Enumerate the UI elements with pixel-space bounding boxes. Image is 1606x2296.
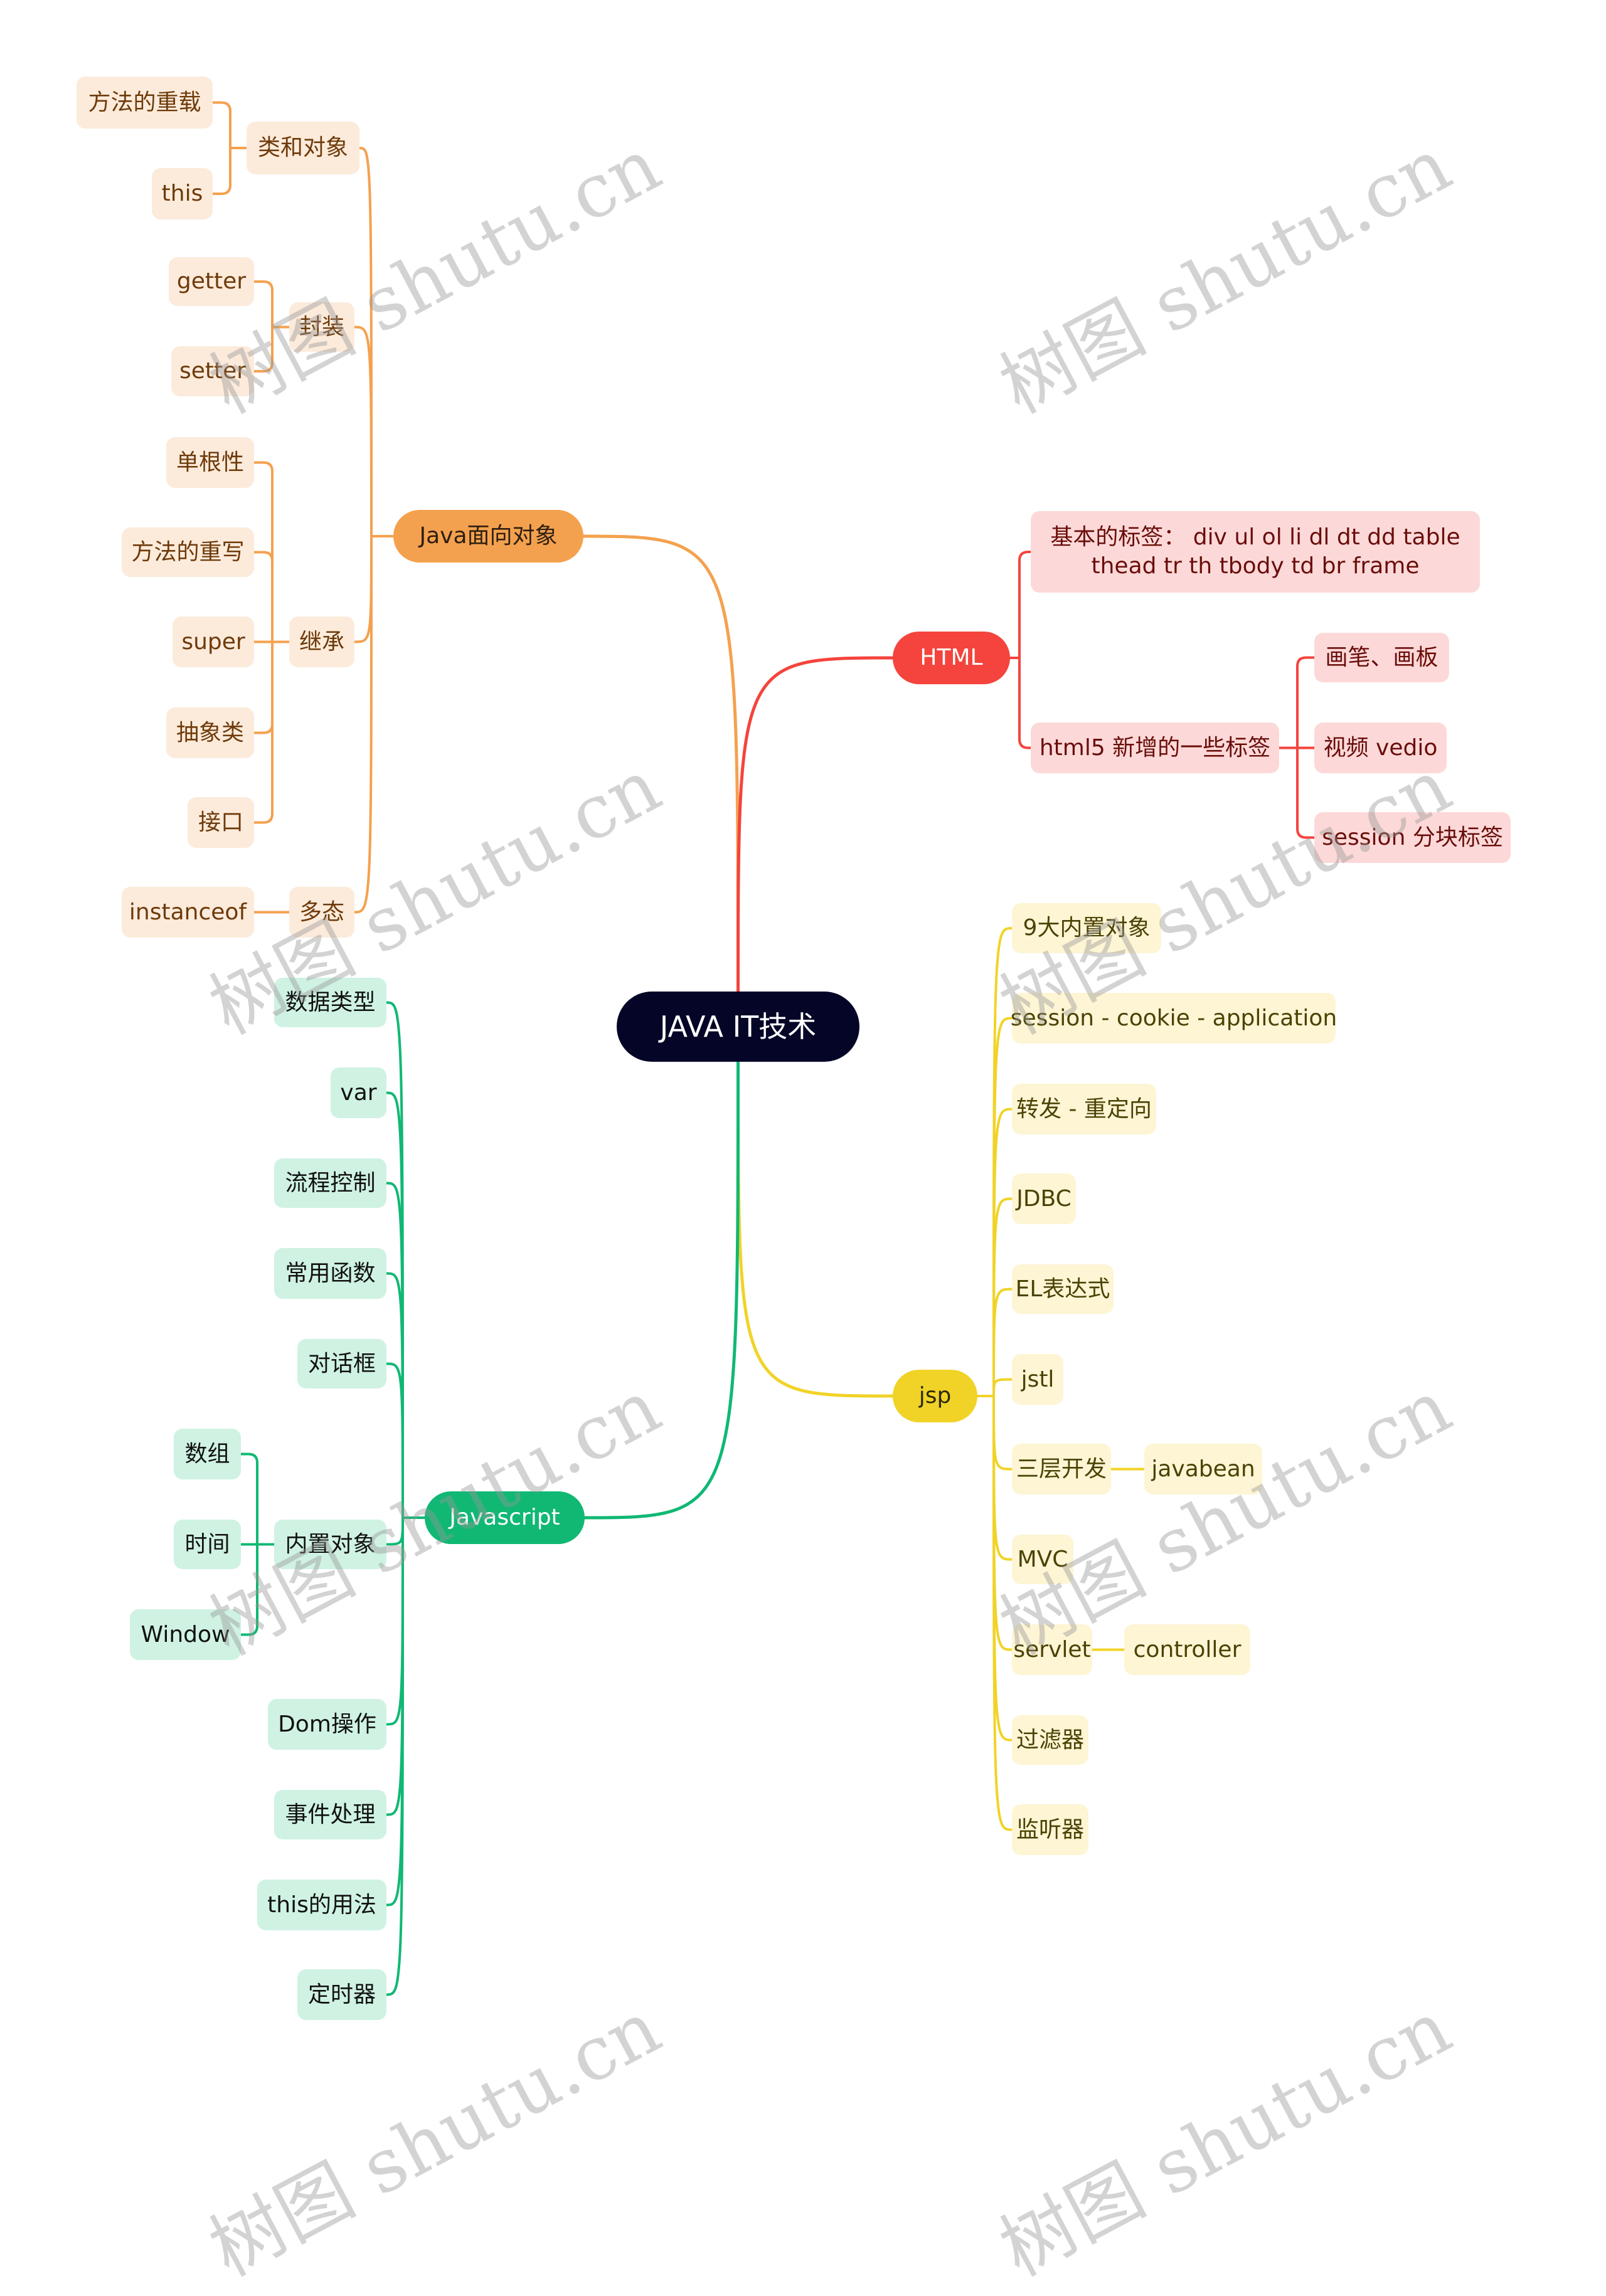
link-js-7 bbox=[385, 1516, 404, 1816]
link-jsp-8 bbox=[992, 1395, 1013, 1651]
topic-controller[interactable]: controller bbox=[1124, 1624, 1250, 1675]
topic-basic-tags[interactable]: 基本的标签： div ul ol li dl dt dd table thead… bbox=[1031, 511, 1480, 593]
link-jsp-7 bbox=[992, 1395, 1013, 1561]
topic-flow-control[interactable]: 流程控制 bbox=[274, 1158, 386, 1208]
link-inherit-1 bbox=[253, 551, 274, 643]
link-js-builtin-0 bbox=[240, 1452, 258, 1546]
link-jsp-9 bbox=[992, 1395, 1013, 1742]
topic-listener[interactable]: 监听器 bbox=[1012, 1804, 1088, 1855]
topic-filter[interactable]: 过滤器 bbox=[1012, 1715, 1088, 1765]
branch-jsp[interactable]: jsp bbox=[893, 1370, 977, 1422]
topic-data-types[interactable]: 数据类型 bbox=[274, 978, 386, 1027]
link-js-6 bbox=[385, 1516, 404, 1726]
link-js-builtin-2 bbox=[240, 1543, 258, 1636]
link-root-html bbox=[737, 656, 895, 993]
topic-method-override[interactable]: 方法的重写 bbox=[122, 527, 254, 577]
topic-jdbc[interactable]: JDBC bbox=[1012, 1173, 1076, 1224]
topic-window[interactable]: Window bbox=[130, 1609, 241, 1660]
topic-canvas[interactable]: 画笔、画板 bbox=[1314, 633, 1449, 682]
topic-this[interactable]: this bbox=[152, 168, 213, 220]
topic-event-handling[interactable]: 事件处理 bbox=[274, 1790, 386, 1839]
link-jsp-1 bbox=[992, 1017, 1013, 1397]
link-html5-0 bbox=[1296, 656, 1316, 749]
branch-javascript[interactable]: Javascript bbox=[425, 1491, 585, 1544]
branch-java-oo[interactable]: Java面向对象 bbox=[393, 510, 583, 563]
root-node[interactable]: JAVA IT技术 bbox=[617, 992, 859, 1062]
link-js-5 bbox=[385, 1516, 404, 1546]
link-encap-0 bbox=[253, 280, 274, 329]
link-java-oo-3 bbox=[353, 535, 373, 914]
topic-timers[interactable]: 定时器 bbox=[297, 1969, 386, 2020]
topic-video[interactable]: 视频 vedio bbox=[1314, 722, 1447, 773]
topic-dialogs[interactable]: 对话框 bbox=[297, 1339, 386, 1389]
topic-class-and-object[interactable]: 类和对象 bbox=[247, 122, 359, 174]
topic-builtin-objects-js[interactable]: 内置对象 bbox=[274, 1520, 386, 1569]
link-html-1 bbox=[1018, 657, 1032, 749]
link-root-java-oo bbox=[582, 534, 740, 993]
topic-builtin-objects[interactable]: 9大内置对象 bbox=[1012, 903, 1161, 953]
link-root-jsp bbox=[737, 1060, 895, 1398]
topic-method-overload[interactable]: 方法的重载 bbox=[77, 77, 213, 129]
topic-javabean[interactable]: javabean bbox=[1144, 1444, 1262, 1495]
link-html5-2 bbox=[1296, 746, 1316, 839]
topic-getter[interactable]: getter bbox=[169, 257, 254, 306]
topic-jstl[interactable]: jstl bbox=[1012, 1354, 1063, 1405]
topic-single-root[interactable]: 单根性 bbox=[166, 437, 254, 488]
link-encap-1 bbox=[253, 325, 274, 373]
topic-common-functions[interactable]: 常用函数 bbox=[274, 1248, 386, 1299]
link-class-1 bbox=[211, 147, 231, 195]
topic-section-tags[interactable]: session 分块标签 bbox=[1314, 812, 1511, 863]
topic-encapsulation[interactable]: 封装 bbox=[289, 302, 354, 352]
link-js-4 bbox=[385, 1362, 404, 1519]
link-js-0 bbox=[385, 1001, 404, 1519]
link-root-javascript bbox=[583, 1060, 740, 1520]
topic-interface[interactable]: 接口 bbox=[188, 797, 254, 848]
topic-array[interactable]: 数组 bbox=[174, 1429, 241, 1479]
mindmap-canvas: JAVA IT技术 Java面向对象 类和对象 方法的重载 this 封装 ge… bbox=[0, 0, 1606, 2293]
topic-polymorphism[interactable]: 多态 bbox=[289, 887, 354, 938]
link-js-3 bbox=[385, 1272, 404, 1519]
link-jsp-6 bbox=[992, 1395, 1013, 1471]
link-java-oo-2 bbox=[353, 535, 373, 643]
link-js-2 bbox=[385, 1182, 404, 1519]
link-jsp-2 bbox=[992, 1108, 1013, 1397]
topic-time[interactable]: 时间 bbox=[174, 1520, 241, 1569]
topic-var[interactable]: var bbox=[331, 1067, 386, 1118]
link-java-oo-0 bbox=[358, 147, 373, 537]
topic-dom[interactable]: Dom操作 bbox=[268, 1699, 386, 1750]
topic-mvc[interactable]: MVC bbox=[1012, 1535, 1073, 1584]
topic-this-usage[interactable]: this的用法 bbox=[257, 1880, 386, 1930]
link-jsp-0 bbox=[992, 927, 1013, 1397]
topic-instanceof[interactable]: instanceof bbox=[122, 887, 254, 938]
topic-html5-new-tags[interactable]: html5 新增的一些标签 bbox=[1031, 722, 1279, 773]
topic-abstract-class[interactable]: 抽象类 bbox=[166, 707, 254, 758]
topic-session-cookie-application[interactable]: session - cookie - application bbox=[1011, 993, 1337, 1044]
link-class-0 bbox=[211, 101, 231, 149]
topic-servlet[interactable]: servlet bbox=[1012, 1624, 1092, 1675]
topic-three-tier[interactable]: 三层开发 bbox=[1012, 1444, 1111, 1495]
link-jsp-5 bbox=[992, 1378, 1013, 1397]
link-java-oo-1 bbox=[353, 325, 373, 537]
topic-el-expression[interactable]: EL表达式 bbox=[1012, 1264, 1114, 1314]
branch-html[interactable]: HTML bbox=[893, 632, 1010, 684]
topic-forward-redirect[interactable]: 转发 - 重定向 bbox=[1012, 1084, 1156, 1135]
link-inherit-3 bbox=[253, 640, 274, 734]
link-html-0 bbox=[1018, 551, 1032, 659]
topic-setter[interactable]: setter bbox=[171, 346, 254, 396]
topic-inheritance[interactable]: 继承 bbox=[289, 616, 354, 667]
topic-super[interactable]: super bbox=[173, 616, 254, 667]
